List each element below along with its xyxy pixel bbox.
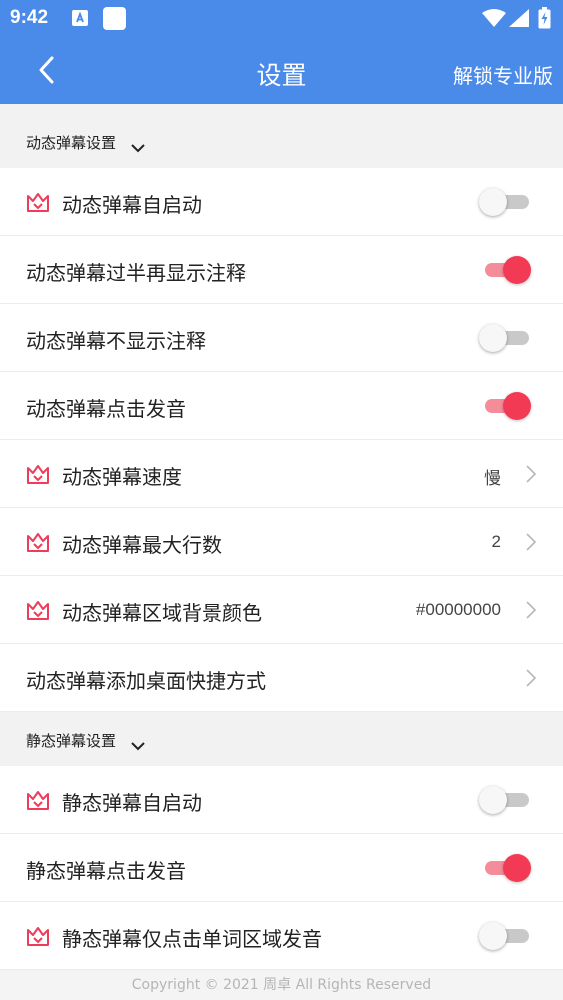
section-title: 静态弹幕设置	[26, 732, 117, 750]
toggle-switch[interactable]	[479, 324, 531, 352]
status-bar: 9:42	[0, 0, 563, 36]
row-value: 慢	[484, 469, 501, 488]
row-dynamic-speed[interactable]: 动态弹幕速度 慢	[0, 440, 563, 508]
signal-icon	[509, 9, 529, 31]
chevron-right-icon	[525, 465, 537, 483]
toggle-switch[interactable]	[479, 786, 531, 814]
wifi-icon	[482, 9, 506, 31]
row-label: 静态弹幕仅点击单词区域发音	[62, 927, 322, 951]
status-time: 9:42	[10, 7, 49, 28]
toggle-switch[interactable]	[479, 854, 531, 882]
row-label: 动态弹幕区域背景颜色	[62, 601, 262, 625]
row-label: 静态弹幕自启动	[62, 791, 202, 815]
app-notification-icon	[103, 7, 126, 30]
section-header-dynamic[interactable]: 动态弹幕设置	[0, 104, 563, 168]
row-value: 2	[491, 532, 501, 551]
row-label: 动态弹幕自启动	[62, 193, 202, 217]
row-label: 动态弹幕点击发音	[26, 397, 186, 421]
chevron-down-icon	[131, 138, 145, 153]
row-static-click-pronounce[interactable]: 静态弹幕点击发音	[0, 834, 563, 902]
row-dynamic-autostart[interactable]: 动态弹幕自启动	[0, 168, 563, 236]
row-label: 动态弹幕添加桌面快捷方式	[26, 669, 266, 693]
row-label: 动态弹幕不显示注释	[26, 329, 206, 353]
crown-icon	[26, 462, 50, 486]
row-dynamic-max-lines[interactable]: 动态弹幕最大行数 2	[0, 508, 563, 576]
toggle-switch[interactable]	[479, 922, 531, 950]
crown-icon	[26, 190, 50, 214]
crown-icon	[26, 530, 50, 554]
chevron-down-icon	[131, 736, 145, 751]
row-static-autostart[interactable]: 静态弹幕自启动	[0, 766, 563, 834]
crown-icon	[26, 598, 50, 622]
copyright-footer: Copyright © 2021 周卓 All Rights Reserved	[0, 970, 563, 1000]
row-label: 动态弹幕最大行数	[62, 533, 222, 557]
toggle-switch[interactable]	[479, 392, 531, 420]
toggle-switch[interactable]	[479, 188, 531, 216]
row-label: 动态弹幕过半再显示注释	[26, 261, 246, 285]
row-label: 动态弹幕速度	[62, 465, 182, 489]
row-value: #00000000	[415, 600, 501, 619]
section-header-static[interactable]: 静态弹幕设置	[0, 712, 563, 766]
chevron-right-icon	[525, 533, 537, 551]
app-bar: 设置 解锁专业版	[0, 36, 563, 104]
row-dynamic-hide-annotation[interactable]: 动态弹幕不显示注释	[0, 304, 563, 372]
row-dynamic-click-pronounce[interactable]: 动态弹幕点击发音	[0, 372, 563, 440]
toggle-switch[interactable]	[479, 256, 531, 284]
crown-icon	[26, 924, 50, 948]
unlock-pro-button[interactable]: 解锁专业版	[453, 60, 553, 89]
row-dynamic-bg-color[interactable]: 动态弹幕区域背景颜色 #00000000	[0, 576, 563, 644]
row-static-word-area-pronounce[interactable]: 静态弹幕仅点击单词区域发音	[0, 902, 563, 970]
row-label: 静态弹幕点击发音	[26, 859, 186, 883]
row-dynamic-shortcut[interactable]: 动态弹幕添加桌面快捷方式	[0, 644, 563, 712]
battery-icon	[538, 7, 551, 33]
keyboard-a-icon	[72, 10, 88, 26]
chevron-right-icon	[525, 669, 537, 687]
row-dynamic-half-annotation[interactable]: 动态弹幕过半再显示注释	[0, 236, 563, 304]
chevron-right-icon	[525, 601, 537, 619]
crown-icon	[26, 788, 50, 812]
section-title: 动态弹幕设置	[26, 134, 117, 152]
